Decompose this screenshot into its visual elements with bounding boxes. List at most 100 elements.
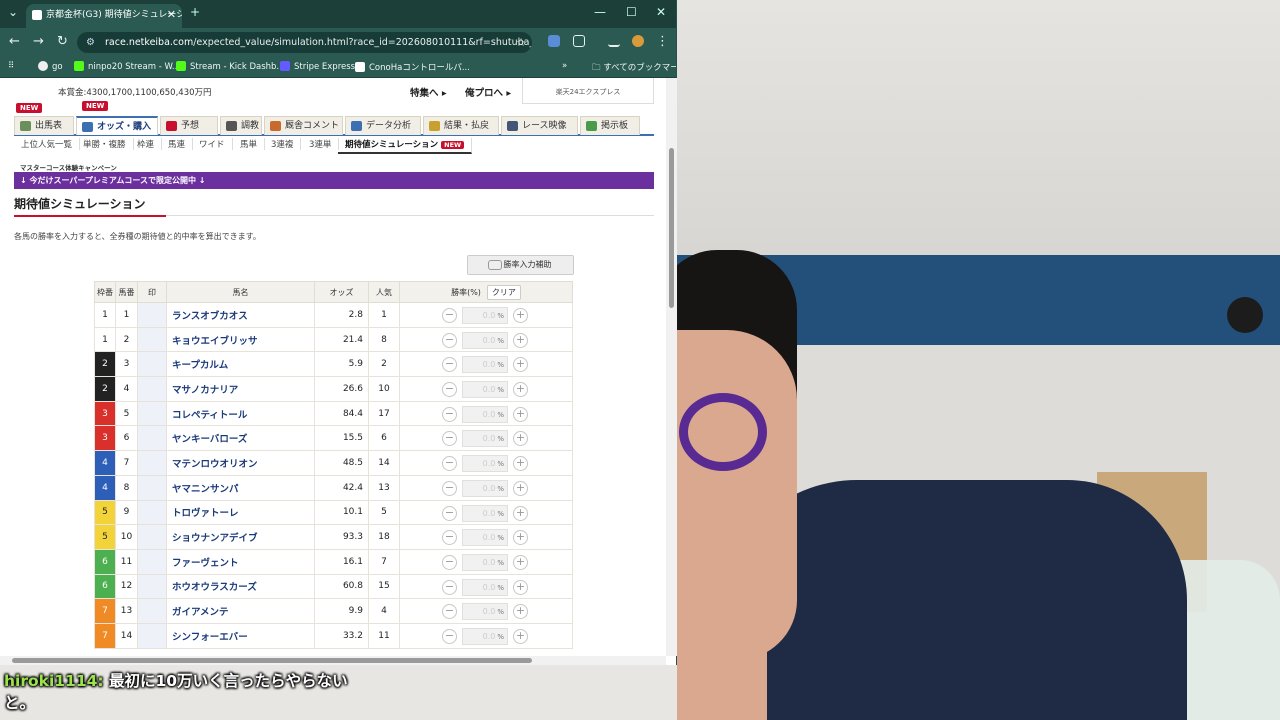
mark-cell[interactable] [137,351,167,378]
plus-icon[interactable]: + [513,505,528,521]
sub-tab[interactable]: 単勝・複勝 [76,138,134,150]
sub-tab[interactable]: 上位人気一覧 [14,138,81,150]
mark-cell[interactable] [137,400,167,427]
mark-cell[interactable] [137,622,167,649]
main-tab[interactable]: オッズ・購入 [76,116,158,135]
horse-name-link[interactable]: ホウオウラスカーズ [166,573,315,600]
sub-tab[interactable]: 期待値シミュレーション NEW [338,138,473,154]
win-rate-input[interactable]: 0.0% [462,331,508,349]
sub-tab[interactable]: 馬連 [161,138,194,150]
horse-name-link[interactable]: キープカルム [166,351,315,378]
url-field[interactable]: ⚙ race.netkeiba.com/expected_value/simul… [77,32,532,53]
plus-icon[interactable]: + [513,406,528,422]
tab-search-icon[interactable]: ⌄ [8,5,18,19]
main-tab[interactable]: 調教 [220,116,262,135]
maximize-icon[interactable]: ☐ [626,5,637,19]
bookmark-go[interactable]: go [38,61,63,72]
minus-icon[interactable]: − [442,480,457,496]
minus-icon[interactable]: − [442,505,457,521]
win-rate-assist-button[interactable]: 勝率入力補助 [467,255,574,275]
win-rate-input[interactable]: 0.0% [462,307,508,324]
plus-icon[interactable]: + [513,554,528,570]
feature-link[interactable]: 特集へ ▸ [410,85,447,99]
sub-tab[interactable]: 3連単 [302,138,340,150]
plus-icon[interactable]: + [513,579,528,595]
win-rate-input[interactable]: 0.0% [462,627,508,645]
all-bookmarks[interactable]: 🗀 すべてのブックマーク [592,61,676,76]
promo-ad[interactable]: 楽天24エクスプレス [522,78,654,104]
mark-cell[interactable] [137,573,167,600]
win-rate-input[interactable]: 0.0% [462,504,508,522]
plus-icon[interactable]: + [513,382,528,398]
main-tab[interactable]: 厩舎コメント [264,116,343,135]
plus-icon[interactable]: + [513,357,528,373]
profile-avatar[interactable] [632,35,644,47]
site-info-icon[interactable]: ⚙ [86,32,95,53]
mark-cell[interactable] [137,474,167,501]
plus-icon[interactable]: + [513,431,528,447]
minus-icon[interactable]: − [442,431,457,447]
plus-icon[interactable]: + [513,604,528,620]
mark-cell[interactable] [137,499,167,526]
horse-name-link[interactable]: キョウエイブリッサ [166,326,315,353]
clear-button[interactable]: クリア [486,284,521,300]
plus-icon[interactable]: + [513,530,528,546]
main-tab[interactable]: 予想 [160,116,218,135]
reading-list-icon[interactable] [608,35,620,47]
minus-icon[interactable]: − [442,308,457,323]
main-tab[interactable]: レース映像 [501,116,578,135]
premium-banner[interactable]: ↓ 今だけスーパープレミアムコースで限定公開中 ↓ [14,172,654,189]
minus-icon[interactable]: − [442,332,457,348]
main-tab[interactable]: 掲示板 [580,116,640,135]
mark-cell[interactable] [137,524,167,550]
reload-icon[interactable]: ↻ [57,34,68,49]
win-rate-input[interactable]: 0.0% [462,356,508,374]
horse-name-link[interactable]: ヤンキーバローズ [166,425,315,452]
win-rate-input[interactable]: 0.0% [462,553,508,571]
win-rate-input[interactable]: 0.0% [462,455,508,473]
win-rate-input[interactable]: 0.0% [462,479,508,497]
minus-icon[interactable]: − [442,554,457,570]
horse-name-link[interactable]: ガイアメンテ [166,598,315,624]
plus-icon[interactable]: + [513,456,528,472]
win-rate-input[interactable]: 0.0% [462,529,508,547]
main-tab[interactable]: 出馬表 [14,116,74,135]
mark-cell[interactable] [137,548,167,575]
mark-cell[interactable] [137,302,167,328]
minus-icon[interactable]: − [442,382,457,398]
extensions-icon[interactable] [573,35,585,47]
minus-icon[interactable]: − [442,604,457,620]
bookmark-ninpo[interactable]: ninpo20 Stream - W... [74,61,180,72]
translate-icon[interactable] [548,35,560,47]
win-rate-input[interactable]: 0.0% [462,381,508,399]
apps-icon[interactable]: ⠿ [8,61,14,71]
win-rate-input[interactable]: 0.0% [462,430,508,448]
horse-name-link[interactable]: ランスオブカオス [166,302,315,328]
minus-icon[interactable]: − [442,406,457,422]
minus-icon[interactable]: − [442,357,457,373]
bookmark-star-icon[interactable]: ☆ [516,32,526,53]
horse-name-link[interactable]: マテンロウオリオン [166,450,315,476]
plus-icon[interactable]: + [513,308,528,323]
main-tab[interactable]: 結果・払戻 [423,116,499,135]
win-rate-input[interactable]: 0.0% [462,405,508,423]
new-tab-icon[interactable]: + [190,5,200,19]
bookmark-conoha[interactable]: ConoHaコントロールパ... [355,61,470,73]
plus-icon[interactable]: + [513,480,528,496]
close-window-icon[interactable]: ✕ [656,5,666,19]
back-icon[interactable]: ← [9,34,20,49]
pro-link[interactable]: 俺プロへ ▸ [465,85,511,99]
mark-cell[interactable] [137,598,167,624]
main-tab[interactable]: データ分析 [345,116,421,135]
horse-name-link[interactable]: コレペティトール [166,400,315,427]
horse-name-link[interactable]: シンフォーエバー [166,622,315,649]
forward-icon[interactable]: → [33,34,44,49]
vertical-scrollbar[interactable] [666,78,677,656]
win-rate-input[interactable]: 0.0% [462,578,508,596]
minus-icon[interactable]: − [442,530,457,546]
more-bookmarks-icon[interactable]: » [562,61,567,71]
horse-name-link[interactable]: ヤマニンサンパ [166,474,315,501]
bookmark-kick[interactable]: Stream - Kick Dashb... [176,61,285,72]
sub-tab[interactable]: ワイド [192,138,233,150]
bookmark-stripe[interactable]: Stripe Express [280,61,355,72]
